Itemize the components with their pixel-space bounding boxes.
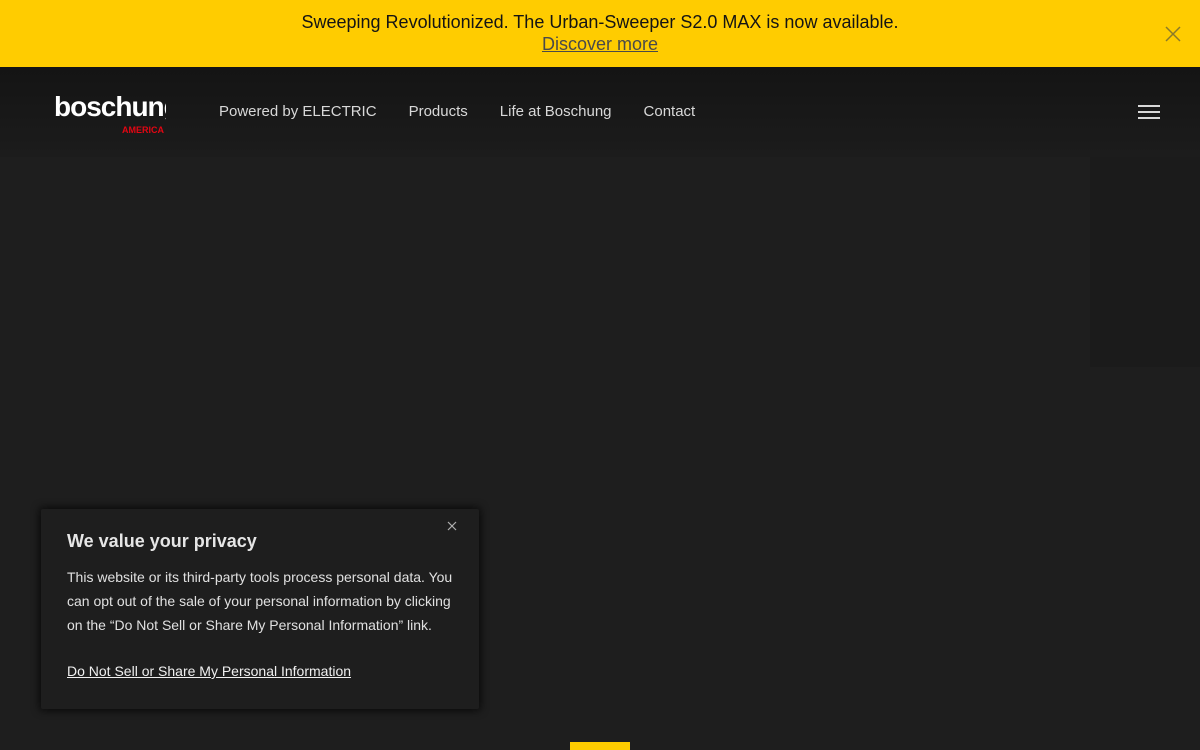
nav-item-contact[interactable]: Contact [644, 103, 696, 121]
hero-shadow-panel [1090, 157, 1200, 367]
nav-item-products[interactable]: Products [409, 103, 468, 121]
privacy-title: We value your privacy [67, 531, 257, 551]
do-not-sell-link[interactable]: Do Not Sell or Share My Personal Informa… [67, 661, 351, 681]
main-nav: Powered by ELECTRIC Products Life at Bos… [219, 103, 695, 121]
close-icon[interactable] [1163, 24, 1183, 44]
announcement-text: Sweeping Revolutionized. The Urban-Sweep… [301, 12, 899, 32]
slide-indicator[interactable] [570, 742, 630, 750]
announcement-bar: Sweeping Revolutionized. The Urban-Sweep… [0, 0, 1200, 67]
close-icon[interactable] [445, 519, 459, 533]
discover-more-link[interactable]: Discover more [0, 33, 1200, 55]
logo-wordmark: boschung [54, 91, 166, 122]
privacy-dialog: We value your privacy This website or it… [41, 509, 479, 709]
boschung-logo[interactable]: boschung AMERICA [54, 90, 181, 136]
nav-item-powered-by-electric[interactable]: Powered by ELECTRIC [219, 103, 377, 121]
site-header: boschung AMERICA Powered by ELECTRIC Pro… [0, 67, 1200, 157]
hamburger-menu-icon[interactable] [1138, 104, 1160, 120]
nav-item-life-at-boschung[interactable]: Life at Boschung [500, 103, 612, 121]
privacy-body-text: This website or its third-party tools pr… [67, 569, 453, 633]
logo-sub: AMERICA [122, 125, 164, 135]
